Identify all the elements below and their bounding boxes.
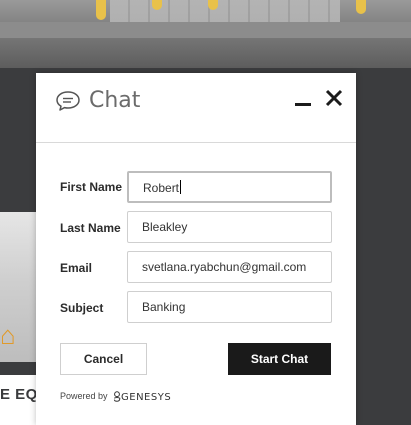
start-chat-button[interactable]: Start Chat [228,343,331,375]
background-decoration [96,0,106,20]
close-icon[interactable] [324,88,344,108]
minimize-icon [295,103,311,106]
chat-bubble-icon [56,91,80,111]
email-value: svetlana.ryabchun@gmail.com [142,260,307,274]
last-name-value: Bleakley [142,220,188,234]
chat-dialog: Chat First Name Robert Last Name Bleakle… [36,73,356,425]
background-decoration [208,0,218,10]
background-heading: E EQU [0,386,36,403]
subject-label: Subject [60,301,104,315]
background-decoration [152,0,162,10]
subject-value: Banking [142,300,186,314]
last-name-input[interactable]: Bleakley [127,211,332,243]
background-decoration [356,0,366,14]
email-label: Email [60,261,93,275]
minimize-button[interactable] [294,90,312,108]
first-name-input[interactable]: Robert [127,171,332,203]
house-icon: ⌂ [0,320,16,350]
genesys-brand: GENESYS [121,392,172,403]
first-name-value: Robert [143,181,180,195]
background-photo-top [0,0,411,68]
chat-title: Chat [89,88,141,113]
genesys-logo-mark [113,391,121,402]
first-name-label: First Name [60,180,123,194]
chat-header: Chat [36,73,356,143]
text-caret [180,180,182,194]
powered-by-label: Powered by [60,391,108,401]
background-wall [110,0,340,22]
cancel-button[interactable]: Cancel [60,343,147,375]
genesys-logo: GENESYS [113,391,171,403]
email-input[interactable]: svetlana.ryabchun@gmail.com [127,251,332,283]
subject-input[interactable]: Banking [127,291,332,323]
last-name-label: Last Name [60,221,121,235]
background-ledge [0,22,411,38]
